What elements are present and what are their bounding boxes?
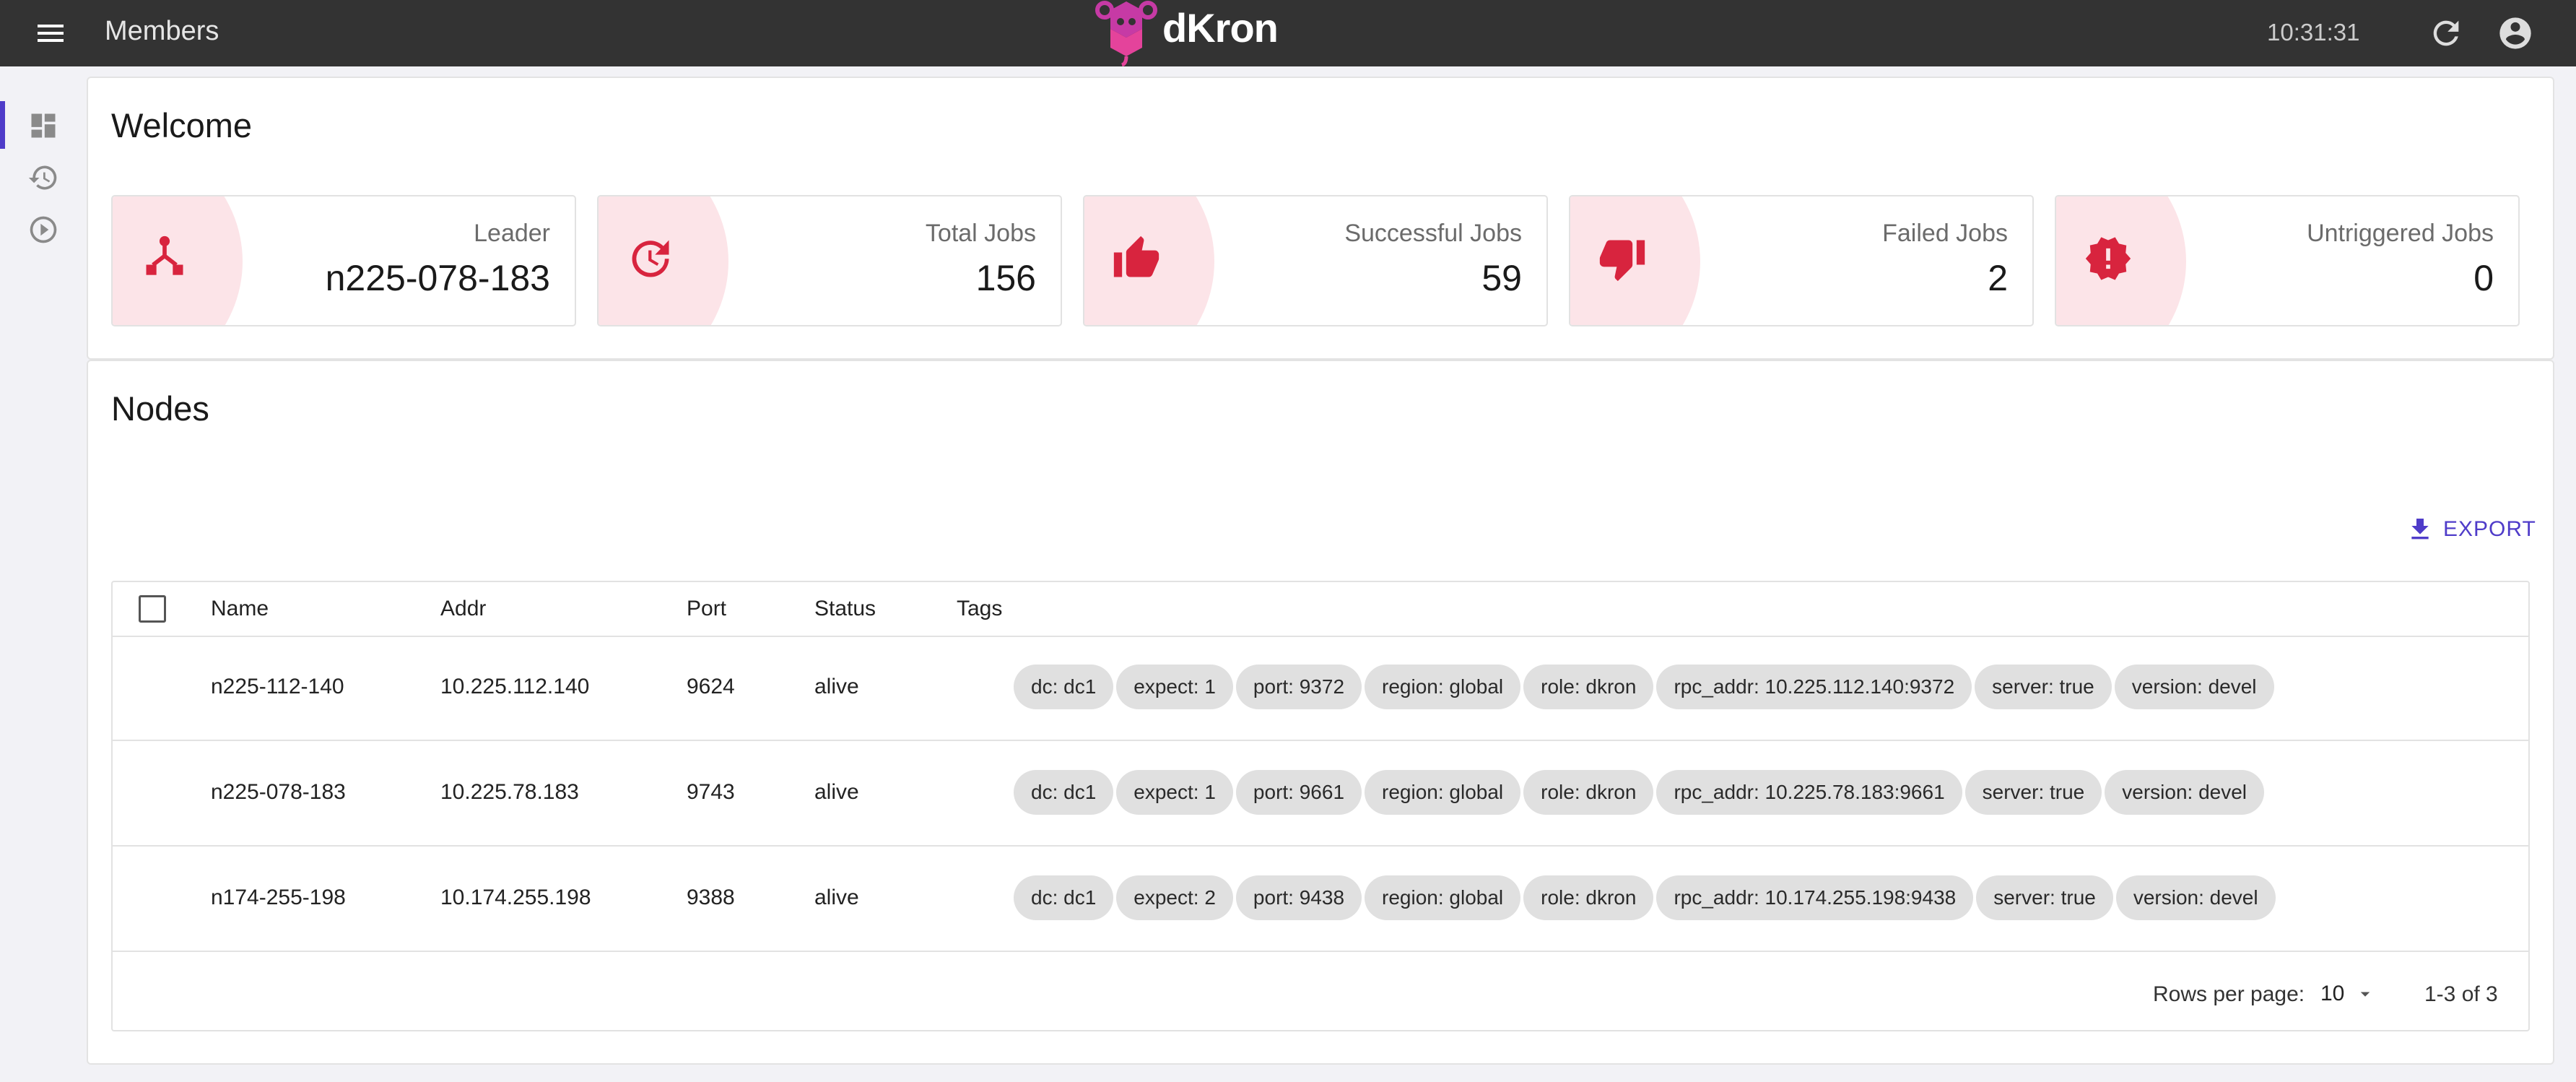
tag-chip: expect: 1 [1116, 665, 1233, 709]
cell-status: alive [814, 675, 859, 698]
tag-chip: server: true [1964, 770, 2102, 815]
tag-chip: region: global [1365, 875, 1521, 920]
history-icon [28, 165, 57, 190]
caret-down-icon [2361, 992, 2370, 997]
cell-status: alive [814, 886, 859, 909]
tag-chip: region: global [1365, 770, 1521, 815]
table-row[interactable]: n225-078-183 10.225.78.183 9743 alive dc… [113, 741, 2528, 847]
dkron-logo: dKron [1095, 0, 1279, 66]
table-pagination: Rows per page: 10 1-3 of 3 [113, 958, 2528, 1030]
new-releases-icon [2084, 234, 2133, 283]
tag-chip: port: 9438 [1235, 875, 1362, 920]
rows-per-page-label: Rows per page: [2153, 982, 2305, 1006]
tag-chip: server: true [1975, 665, 2112, 709]
tag-chip: rpc_addr: 10.225.78.183:9661 [1656, 770, 1962, 815]
column-header-addr[interactable]: Addr [440, 597, 486, 621]
table-row[interactable]: n225-112-140 10.225.112.140 9624 alive d… [113, 636, 2528, 741]
cell-name: n225-112-140 [211, 675, 344, 698]
refresh-icon[interactable] [2427, 14, 2465, 52]
tag-chip: version: devel [2115, 875, 2276, 920]
export-label: EXPORT [2443, 517, 2536, 541]
stat-label: Successful Jobs [1344, 220, 1522, 247]
sidebar-item-executions[interactable] [0, 205, 85, 253]
stat-label: Untriggered Jobs [2307, 220, 2494, 247]
tag-chip: port: 9372 [1235, 665, 1362, 709]
tag-chip: dc: dc1 [1014, 875, 1114, 920]
dkron-logo-icon [1095, 1, 1157, 66]
brand-name: dKron [1162, 4, 1279, 51]
dashboard-icon [31, 113, 56, 138]
tag-chip: dc: dc1 [1014, 665, 1114, 709]
tag-chip: dc: dc1 [1014, 770, 1114, 815]
cell-addr: 10.225.112.140 [440, 675, 590, 698]
tag-chip: version: devel [2105, 770, 2265, 815]
tag-chip: role: dkron [1523, 665, 1654, 709]
cell-tags: dc: dc1 expect: 2 port: 9438 region: glo… [1014, 875, 2276, 920]
select-all-checkbox[interactable] [139, 595, 166, 623]
stat-value: 2 [1988, 258, 2008, 298]
cell-tags: dc: dc1 expect: 1 port: 9661 region: glo… [1014, 770, 2265, 815]
stat-card-leader[interactable]: Leader n225-078-183 [111, 195, 576, 326]
tag-chip: region: global [1365, 665, 1521, 709]
thumb-up-icon [1112, 234, 1161, 283]
stat-card-untriggered-jobs[interactable]: Untriggered Jobs 0 [2055, 195, 2520, 326]
tag-chip: port: 9661 [1235, 770, 1362, 815]
leader-icon [140, 234, 189, 283]
column-header-name[interactable]: Name [211, 597, 269, 621]
stat-value: 156 [975, 258, 1036, 298]
column-header-status[interactable]: Status [814, 597, 876, 621]
welcome-card: Welcome Leader n225-078-183 Total Jobs 1… [87, 77, 2554, 360]
download-icon [2411, 519, 2429, 540]
sidebar [0, 66, 85, 1082]
cell-name: n174-255-198 [211, 886, 346, 909]
page-title: Members [105, 16, 219, 46]
nodes-card: Nodes EXPORT Name Addr Port Status Tags … [87, 360, 2554, 1065]
nodes-title: Nodes [111, 389, 209, 428]
clock: 10:31:31 [2267, 19, 2360, 46]
stat-card-total-jobs[interactable]: Total Jobs 156 [597, 195, 1062, 326]
cell-addr: 10.174.255.198 [440, 886, 591, 909]
stat-label: Leader [474, 220, 550, 247]
tag-chip: version: devel [2114, 665, 2274, 709]
rows-per-page-value: 10 [2320, 982, 2345, 1005]
export-button[interactable]: EXPORT [2406, 511, 2536, 548]
play-circle-icon [30, 216, 57, 243]
tag-chip: expect: 1 [1116, 770, 1233, 815]
table-row[interactable]: n174-255-198 10.174.255.198 9388 alive d… [113, 847, 2528, 952]
column-header-port[interactable]: Port [687, 597, 726, 621]
tag-chip: role: dkron [1523, 770, 1654, 815]
cell-name: n225-078-183 [211, 780, 346, 804]
tag-chip: rpc_addr: 10.174.255.198:9438 [1656, 875, 1974, 920]
cell-port: 9624 [687, 675, 735, 698]
stat-card-successful-jobs[interactable]: Successful Jobs 59 [1083, 195, 1548, 326]
stat-value: 0 [2473, 258, 2494, 298]
update-icon [626, 234, 675, 283]
table-header: Name Addr Port Status Tags [113, 582, 2528, 637]
stat-label: Failed Jobs [1882, 220, 2008, 247]
tag-chip: server: true [1976, 875, 2113, 920]
cell-addr: 10.225.78.183 [440, 780, 579, 804]
sidebar-item-dashboard[interactable] [0, 101, 85, 149]
thumb-down-icon [1598, 234, 1647, 283]
tag-chip: rpc_addr: 10.225.112.140:9372 [1656, 665, 1972, 709]
stat-value: n225-078-183 [325, 258, 550, 298]
cell-port: 9743 [687, 780, 735, 804]
cell-status: alive [814, 780, 859, 804]
menu-icon[interactable] [33, 16, 68, 51]
cell-tags: dc: dc1 expect: 1 port: 9372 region: glo… [1014, 665, 2274, 709]
stat-value: 59 [1481, 258, 1522, 298]
account-circle-icon[interactable] [2497, 14, 2534, 52]
sidebar-item-history[interactable] [0, 153, 85, 201]
app-bar: Members dKron 10:31:31 [0, 0, 2576, 66]
cell-port: 9388 [687, 886, 735, 909]
tag-chip: role: dkron [1523, 875, 1654, 920]
stat-card-failed-jobs[interactable]: Failed Jobs 2 [1569, 195, 2034, 326]
stat-label: Total Jobs [925, 220, 1036, 247]
welcome-title: Welcome [111, 106, 253, 144]
nodes-table: Name Addr Port Status Tags n225-112-140 … [111, 581, 2530, 1031]
page-range: 1-3 of 3 [2424, 982, 2498, 1006]
column-header-tags[interactable]: Tags [957, 597, 1002, 621]
tag-chip: expect: 2 [1116, 875, 1233, 920]
rows-per-page-select[interactable]: 10 [2320, 979, 2376, 1008]
